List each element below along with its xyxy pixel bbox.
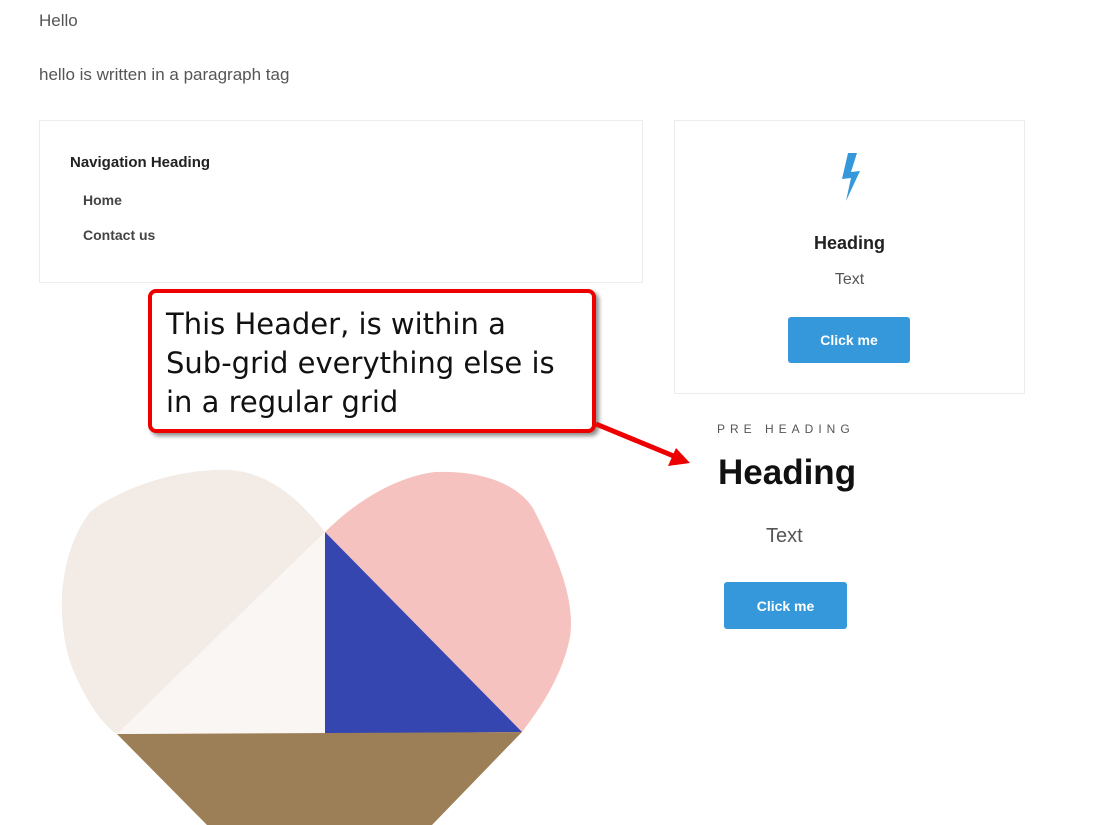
navigation-list: Home Contact us: [83, 192, 155, 262]
hello-text: Hello: [39, 11, 78, 30]
nav-link-home[interactable]: Home: [83, 192, 155, 208]
card-text: Text: [834, 271, 865, 288]
pre-heading: PRE HEADING: [717, 422, 855, 436]
subgrid-click-button[interactable]: Click me: [724, 582, 847, 629]
card-click-button[interactable]: Click me: [788, 317, 910, 363]
heart-bottom-band: [117, 732, 522, 825]
card-heading: Heading: [813, 233, 885, 253]
subgrid-text: Text: [766, 525, 803, 547]
heart-illustration: [61, 469, 571, 825]
lightning-bolt-icon: [842, 153, 860, 201]
annotation-callout: This Header, is within a Sub-grid everyt…: [148, 289, 596, 433]
icon-card: Heading Text Click me: [674, 120, 1025, 394]
annotation-arrow: [595, 421, 690, 466]
nav-link-contact-us[interactable]: Contact us: [83, 227, 155, 243]
navigation-heading: Navigation Heading: [70, 154, 211, 171]
navigation-box: Navigation Heading Home Contact us: [39, 120, 643, 283]
paragraph-text: hello is written in a paragraph tag: [39, 65, 290, 84]
subgrid-heading: Heading: [718, 453, 857, 492]
